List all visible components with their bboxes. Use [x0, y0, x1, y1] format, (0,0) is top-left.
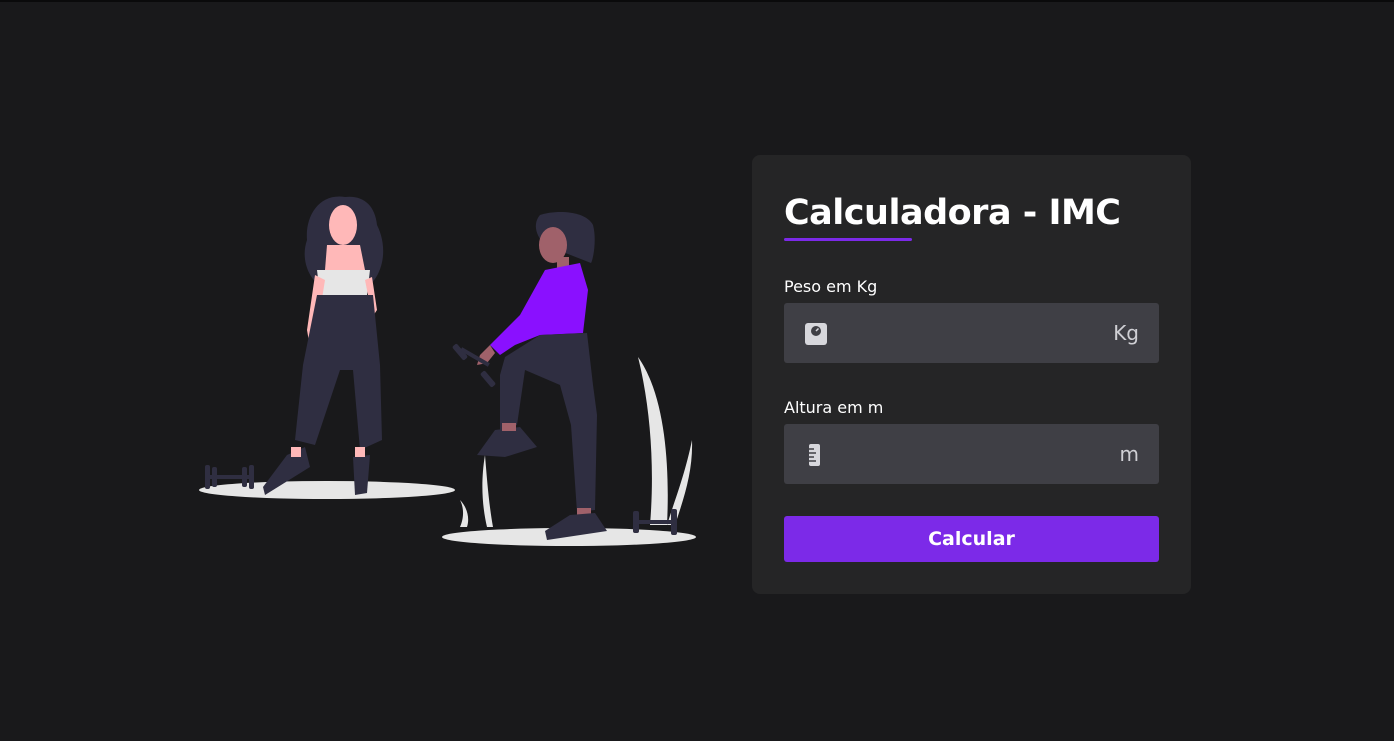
weight-scale-icon — [805, 323, 827, 345]
altura-label: Altura em m — [784, 398, 884, 417]
peso-field: Kg — [784, 303, 1159, 363]
imc-calculator-card: Calculadora - IMC Peso em Kg Kg Altura e… — [752, 155, 1191, 594]
altura-unit: m — [1119, 442, 1139, 466]
woman-stepping — [452, 212, 607, 540]
calcular-button[interactable]: Calcular — [784, 516, 1159, 562]
altura-input[interactable] — [840, 424, 1090, 484]
altura-field: m — [784, 424, 1159, 484]
fitness-illustration — [199, 196, 696, 546]
peso-input[interactable] — [840, 303, 1090, 363]
card-title: Calculadora - IMC — [784, 193, 1121, 233]
peso-unit: Kg — [1113, 321, 1139, 345]
top-border — [0, 0, 1394, 2]
peso-label: Peso em Kg — [784, 277, 878, 296]
title-underline — [784, 238, 912, 241]
ground-shadow-left — [199, 481, 455, 499]
woman-standing — [263, 196, 384, 495]
ruler-icon — [809, 444, 820, 466]
